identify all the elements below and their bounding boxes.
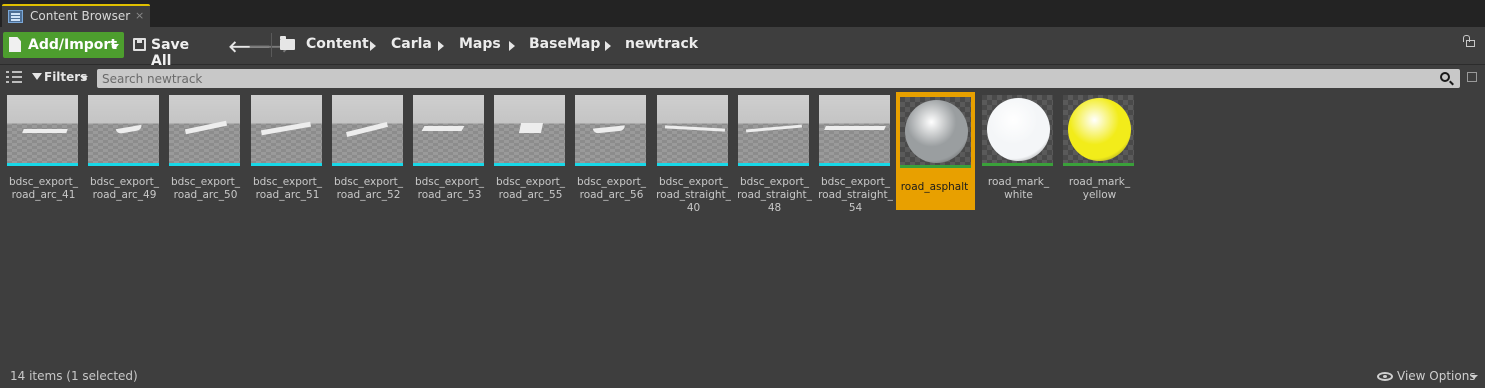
save-all-label: Save All	[151, 37, 190, 69]
asset-tile[interactable]: bdsc_export_ road_straight_ 54	[817, 92, 896, 214]
breadcrumb-item-newtrack[interactable]: newtrack	[625, 36, 698, 52]
asset-thumbnail	[7, 95, 78, 166]
item-count: 14 items (1 selected)	[10, 369, 138, 383]
asset-tile[interactable]: bdsc_export_ road_arc_41	[5, 92, 84, 210]
asset-name: bdsc_export_ road_arc_53	[414, 176, 485, 201]
view-options-label: View Options	[1397, 369, 1476, 383]
asset-name: bdsc_export_ road_straight_ 54	[818, 176, 893, 214]
material-sphere	[905, 100, 968, 163]
folder-icon[interactable]	[280, 36, 295, 50]
material-sphere	[1068, 98, 1131, 161]
asset-name: bdsc_export_ road_arc_50	[170, 176, 241, 201]
asset-thumbnail	[575, 95, 646, 166]
toolbar: Add/Import Save All 🡐 🡒 Content Carla Ma…	[0, 27, 1485, 69]
asset-name: bdsc_export_ road_straight_ 40	[656, 176, 731, 214]
save-all-button[interactable]: Save All	[130, 32, 214, 69]
asset-thumbnail	[900, 97, 971, 168]
asset-tile-selected[interactable]: road_asphalt	[896, 92, 975, 210]
tab-content-browser[interactable]: Content Browser ×	[2, 4, 150, 27]
asset-tile[interactable]: bdsc_export_ road_straight_ 40	[655, 92, 734, 214]
asset-thumbnail	[494, 95, 565, 166]
asset-name: bdsc_export_ road_arc_49	[89, 176, 160, 201]
asset-name: bdsc_export_ road_arc_41	[8, 176, 79, 201]
lock-icon[interactable]	[1463, 35, 1475, 47]
asset-tile[interactable]: bdsc_export_ road_arc_55	[492, 92, 571, 210]
breadcrumb-arrow-icon[interactable]	[438, 41, 444, 51]
chevron-down-icon	[111, 44, 119, 49]
asset-name: road_asphalt	[900, 181, 969, 193]
asset-tile[interactable]: bdsc_export_ road_straight_ 48	[736, 92, 815, 214]
asset-name: bdsc_export_ road_arc_51	[252, 176, 323, 201]
search-icon[interactable]	[1440, 72, 1450, 82]
sources-panel-icon[interactable]	[6, 71, 22, 83]
asset-thumbnail	[738, 95, 809, 166]
chevron-down-icon	[80, 76, 88, 80]
asset-tile[interactable]: road_mark_ yellow	[1061, 92, 1140, 210]
asset-name: bdsc_export_ road_arc_55	[495, 176, 566, 201]
tab-bar: Content Browser ×	[0, 0, 1485, 27]
asset-name: bdsc_export_ road_arc_52	[333, 176, 404, 201]
eye-icon	[1377, 372, 1393, 381]
asset-name: road_mark_ yellow	[1068, 176, 1131, 201]
asset-thumbnail	[332, 95, 403, 166]
new-file-icon	[9, 37, 21, 52]
asset-thumbnail	[1063, 95, 1134, 166]
asset-tile[interactable]: bdsc_export_ road_arc_56	[573, 92, 652, 210]
material-sphere	[987, 98, 1050, 161]
asset-tile[interactable]: road_mark_ white	[980, 92, 1059, 210]
asset-thumbnail	[88, 95, 159, 166]
close-icon[interactable]: ×	[135, 9, 144, 22]
breadcrumb-arrow-icon[interactable]	[605, 41, 611, 51]
filter-icon	[32, 73, 42, 80]
view-options-button[interactable]: View Options	[1377, 368, 1478, 386]
add-import-button[interactable]: Add/Import	[3, 32, 124, 58]
asset-thumbnail	[982, 95, 1053, 166]
breadcrumb-arrow-icon[interactable]	[509, 41, 515, 51]
search-box	[97, 69, 1460, 88]
asset-thumbnail	[413, 95, 484, 166]
save-icon	[133, 38, 146, 51]
content-browser-icon	[8, 10, 23, 23]
breadcrumb-item-basemap[interactable]: BaseMap	[529, 36, 600, 52]
breadcrumb-item-content[interactable]: Content	[306, 36, 369, 52]
add-import-label: Add/Import	[28, 37, 118, 53]
asset-tile[interactable]: bdsc_export_ road_arc_50	[167, 92, 246, 210]
save-search-icon[interactable]	[1467, 72, 1477, 82]
asset-tile[interactable]: bdsc_export_ road_arc_52	[330, 92, 409, 210]
asset-thumbnail	[251, 95, 322, 166]
asset-thumbnail	[169, 95, 240, 166]
asset-thumbnail	[657, 95, 728, 166]
asset-grid: bdsc_export_ road_arc_41 bdsc_export_ ro…	[0, 92, 1485, 362]
asset-tile[interactable]: bdsc_export_ road_arc_51	[249, 92, 328, 210]
asset-name: bdsc_export_ road_straight_ 48	[737, 176, 812, 214]
divider	[271, 33, 272, 57]
asset-tile[interactable]: bdsc_export_ road_arc_49	[86, 92, 165, 210]
breadcrumb-item-carla[interactable]: Carla	[391, 36, 432, 52]
asset-tile[interactable]: bdsc_export_ road_arc_53	[411, 92, 490, 210]
asset-thumbnail	[819, 95, 890, 166]
breadcrumb-arrow-icon[interactable]	[370, 41, 376, 51]
breadcrumb-item-maps[interactable]: Maps	[459, 36, 501, 52]
tab-title: Content Browser	[30, 9, 131, 23]
filter-bar: Filters	[0, 66, 1485, 90]
asset-name: bdsc_export_ road_arc_56	[576, 176, 647, 201]
asset-name: road_mark_ white	[987, 176, 1050, 201]
search-input[interactable]	[97, 69, 1427, 88]
chevron-down-icon	[1470, 375, 1478, 379]
filters-button[interactable]: Filters	[30, 69, 90, 87]
